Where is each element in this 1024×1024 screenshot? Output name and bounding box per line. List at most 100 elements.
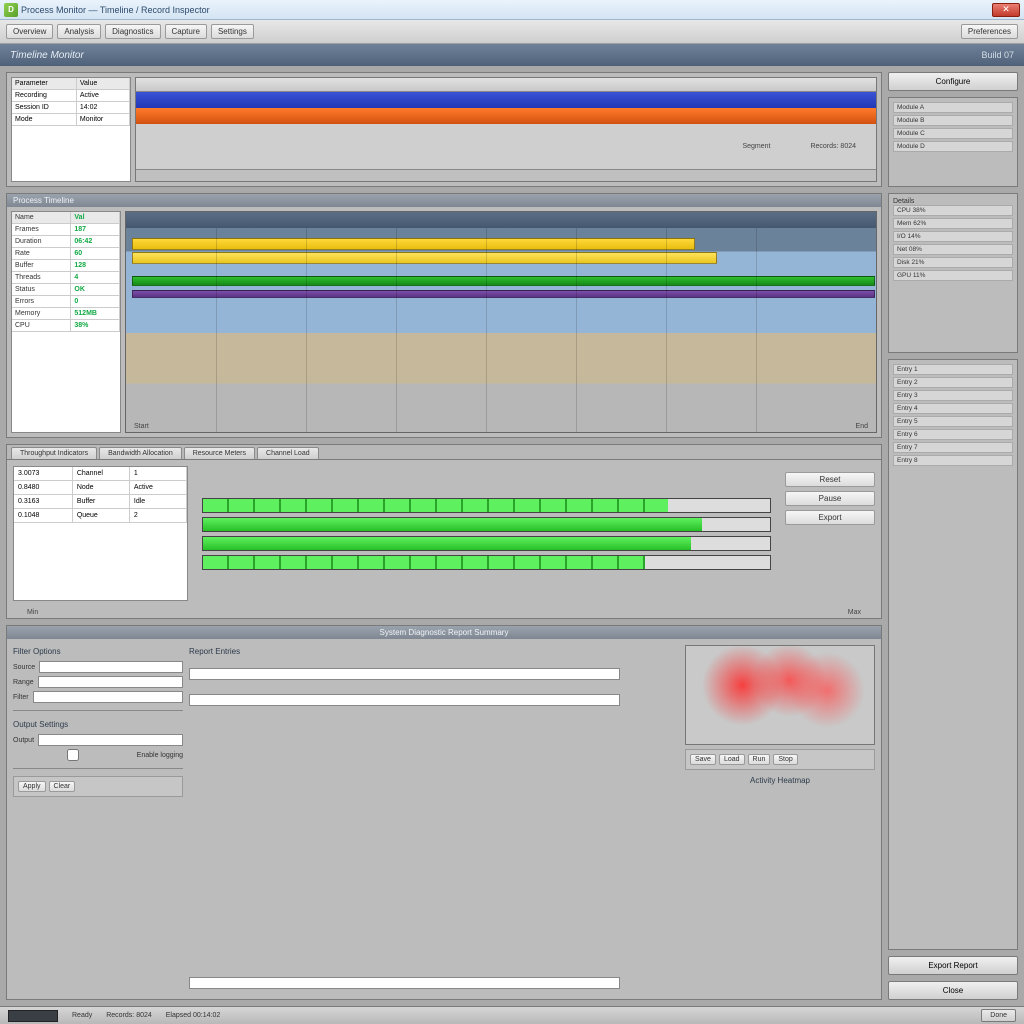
toolbar-preferences-button[interactable]: Preferences bbox=[961, 24, 1018, 39]
grp-btn-4[interactable]: Run bbox=[748, 754, 771, 765]
workspace: Parameter Value RecordingActive Session … bbox=[0, 66, 1024, 1006]
ctrl-export[interactable]: Export bbox=[785, 510, 875, 525]
toolbar-btn-0[interactable]: Overview bbox=[6, 24, 53, 39]
module-item[interactable]: Module A bbox=[893, 102, 1013, 113]
module-item[interactable]: Module D bbox=[893, 141, 1013, 152]
window-close-button[interactable]: ✕ bbox=[992, 3, 1020, 17]
status-item-1: Records: 8024 bbox=[106, 1012, 152, 1019]
prop-v: 512MB bbox=[71, 308, 120, 320]
detail-item: Disk 21% bbox=[893, 257, 1013, 268]
th: Name bbox=[12, 212, 71, 224]
panel-throughput: Throughput Indicators Bandwidth Allocati… bbox=[6, 444, 882, 619]
subheader: Timeline Monitor Build 07 bbox=[0, 44, 1024, 66]
checkbox-logging[interactable]: Enable logging bbox=[13, 749, 183, 761]
field-label: Source bbox=[13, 664, 35, 671]
toolbar-btn-1[interactable]: Analysis bbox=[57, 24, 101, 39]
ctrl-reset[interactable]: Reset bbox=[785, 472, 875, 487]
timeline-properties: NameVal Frames187 Duration06:42 Rate60 B… bbox=[11, 211, 121, 433]
module-item[interactable]: Module B bbox=[893, 115, 1013, 126]
checkbox-label: Enable logging bbox=[137, 752, 183, 759]
meter-fill bbox=[203, 518, 702, 531]
field-filter-input[interactable] bbox=[33, 691, 183, 703]
entry-item[interactable]: Entry 1 bbox=[893, 364, 1013, 375]
throughput-controls: Reset Pause Export bbox=[785, 466, 875, 601]
meter-footer-max: Max bbox=[848, 609, 861, 616]
checkbox-logging-input[interactable] bbox=[13, 749, 133, 761]
cell: Active bbox=[130, 481, 187, 494]
timeline-bar-p1[interactable] bbox=[132, 290, 875, 298]
timeline-bar-y2[interactable] bbox=[132, 252, 717, 264]
overview-cell: Active bbox=[77, 90, 130, 102]
detail-item: Net 08% bbox=[893, 244, 1013, 255]
entry-item[interactable]: Entry 4 bbox=[893, 403, 1013, 414]
mid-input-1[interactable] bbox=[189, 668, 620, 680]
panel-session-overview: Parameter Value RecordingActive Session … bbox=[6, 72, 882, 187]
toolbar-btn-3[interactable]: Capture bbox=[165, 24, 207, 39]
meter-2 bbox=[202, 536, 771, 551]
status-done-button[interactable]: Done bbox=[981, 1009, 1016, 1022]
field-label: Filter bbox=[13, 694, 29, 701]
prop-v: 0 bbox=[71, 296, 120, 308]
detail-item: Mem 62% bbox=[893, 218, 1013, 229]
grp-btn-1[interactable]: Clear bbox=[49, 781, 76, 792]
field-source-input[interactable] bbox=[39, 661, 183, 673]
field-label: Output bbox=[13, 737, 34, 744]
mid-input-3[interactable] bbox=[189, 977, 620, 989]
mid-input-2[interactable] bbox=[189, 694, 620, 706]
diagnostic-heat-column: Save Load Run Stop Activity Heatmap bbox=[685, 645, 875, 993]
throughput-meters bbox=[194, 466, 779, 601]
prop-k: Rate bbox=[12, 248, 71, 260]
grp-btn-0[interactable]: Apply bbox=[18, 781, 46, 792]
module-item[interactable]: Module C bbox=[893, 128, 1013, 139]
tab-3[interactable]: Channel Load bbox=[257, 447, 319, 459]
overview-strip[interactable]: Segment Records: 8024 bbox=[135, 77, 877, 182]
form-section-2: Output Settings bbox=[13, 720, 183, 729]
prop-v: 60 bbox=[71, 248, 120, 260]
grp-btn-2[interactable]: Save bbox=[690, 754, 716, 765]
prop-v: OK bbox=[71, 284, 120, 296]
overview-th-1: Value bbox=[77, 78, 130, 90]
meter-fill bbox=[203, 499, 668, 512]
meter-footer-min: Min bbox=[27, 609, 38, 616]
right-configure-button[interactable]: Configure bbox=[888, 72, 1018, 91]
entry-item[interactable]: Entry 6 bbox=[893, 429, 1013, 440]
meter-0 bbox=[202, 498, 771, 513]
meter-1 bbox=[202, 517, 771, 532]
statusbar: Ready Records: 8024 Elapsed 00:14:02 Don… bbox=[0, 1006, 1024, 1024]
prop-k: Status bbox=[12, 284, 71, 296]
entry-item[interactable]: Entry 8 bbox=[893, 455, 1013, 466]
cell: Channel bbox=[73, 467, 130, 480]
overview-cell: Recording bbox=[12, 90, 77, 102]
prop-k: Threads bbox=[12, 272, 71, 284]
right-export-button[interactable]: Export Report bbox=[888, 956, 1018, 975]
grp-btn-3[interactable]: Load bbox=[719, 754, 745, 765]
prop-k: Frames bbox=[12, 224, 71, 236]
entry-item[interactable]: Entry 3 bbox=[893, 390, 1013, 401]
field-label: Range bbox=[13, 679, 34, 686]
timeline-ruler bbox=[126, 212, 876, 228]
entry-item[interactable]: Entry 2 bbox=[893, 377, 1013, 388]
timeline-tracks[interactable]: Start End bbox=[125, 211, 877, 433]
timeline-bar-g1[interactable] bbox=[132, 276, 875, 286]
app-icon: D bbox=[4, 3, 18, 17]
tab-1[interactable]: Bandwidth Allocation bbox=[99, 447, 182, 459]
entry-item[interactable]: Entry 7 bbox=[893, 442, 1013, 453]
diagnostic-mid: Report Entries bbox=[189, 645, 679, 993]
grp-btn-5[interactable]: Stop bbox=[773, 754, 797, 765]
field-output-input[interactable] bbox=[38, 734, 183, 746]
toolbar-btn-4[interactable]: Settings bbox=[211, 24, 254, 39]
cell: 2 bbox=[130, 509, 187, 522]
ctrl-pause[interactable]: Pause bbox=[785, 491, 875, 506]
field-range-input[interactable] bbox=[38, 676, 183, 688]
tab-0[interactable]: Throughput Indicators bbox=[11, 447, 97, 459]
panel-diagnostic: System Diagnostic Report Summary Filter … bbox=[6, 625, 882, 1000]
right-close-button[interactable]: Close bbox=[888, 981, 1018, 1000]
th: Val bbox=[71, 212, 120, 224]
entry-item[interactable]: Entry 5 bbox=[893, 416, 1013, 427]
meter-fill bbox=[203, 537, 691, 550]
toolbar-btn-2[interactable]: Diagnostics bbox=[105, 24, 160, 39]
cell: 0.1048 bbox=[14, 509, 73, 522]
cell: Buffer bbox=[73, 495, 130, 508]
tab-2[interactable]: Resource Meters bbox=[184, 447, 255, 459]
prop-v: 128 bbox=[71, 260, 120, 272]
